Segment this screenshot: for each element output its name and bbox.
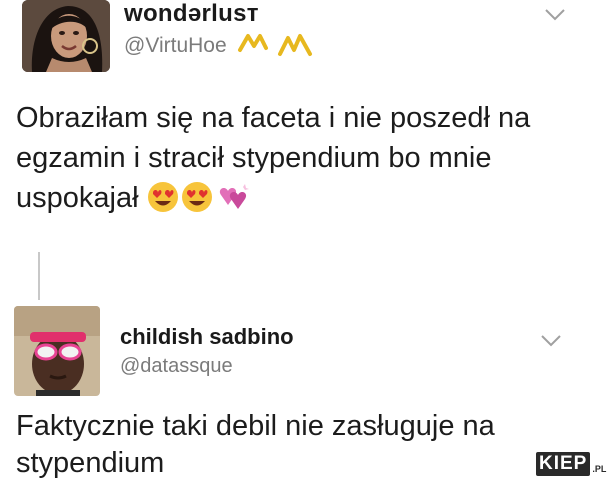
thread-line bbox=[38, 252, 40, 300]
display-name[interactable]: wondərlusт bbox=[124, 0, 259, 28]
tweet-text: Faktycznie taki debil nie zasługuje na s… bbox=[16, 410, 495, 479]
chevron-down-icon[interactable] bbox=[544, 8, 566, 22]
kiep-watermark: KIEP .PL bbox=[536, 452, 606, 476]
chevron-down-icon[interactable] bbox=[540, 334, 562, 348]
handle[interactable]: @datassque bbox=[120, 355, 233, 378]
display-name[interactable]: childish sadbino bbox=[120, 324, 294, 350]
tweet-body: Obraziłam się na faceta i nie poszedł na… bbox=[16, 102, 531, 214]
revolving-hearts-emoji-icon bbox=[215, 181, 249, 224]
tweet-text: Obraziłam się na faceta i nie poszedł na… bbox=[16, 98, 596, 224]
tweet-thread: wondərlusт @VirtuHoe Obraziłam się na fa… bbox=[0, 0, 610, 486]
avatar[interactable] bbox=[14, 306, 100, 396]
heart-eyes-emoji-icon bbox=[147, 181, 179, 224]
crown-squiggle-icon bbox=[238, 34, 312, 56]
avatar[interactable] bbox=[22, 0, 110, 72]
heart-eyes-emoji-icon bbox=[181, 181, 213, 224]
watermark-suffix: .PL bbox=[592, 464, 607, 474]
watermark-main: KIEP bbox=[536, 452, 591, 476]
handle[interactable]: @VirtuHoe bbox=[124, 34, 227, 58]
